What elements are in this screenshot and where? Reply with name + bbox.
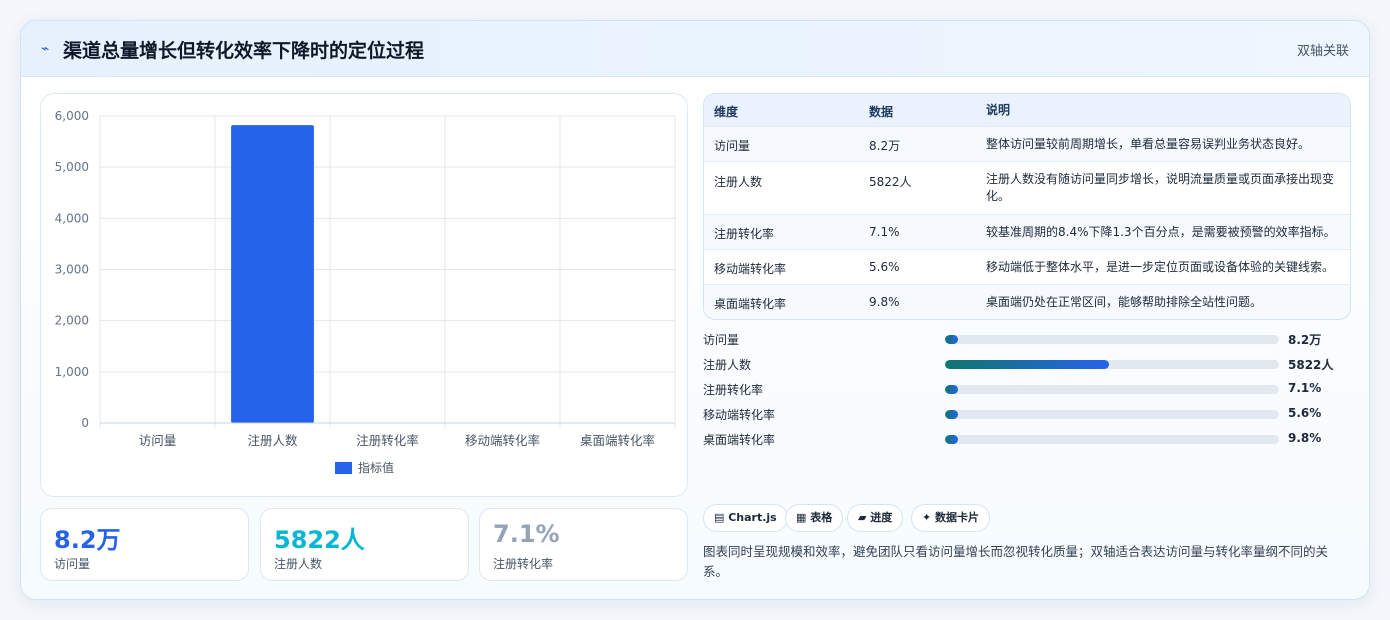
table-row: 移动端转化率 5.6% 移动端低于整体水平，是进一步定位页面或设备体验的关键线索… [704, 250, 1350, 285]
table-cell: 8.2万 [869, 139, 901, 153]
progress-value: 7.1% [1288, 381, 1322, 395]
x-tick-label: 移动端转化率 [465, 433, 540, 448]
y-tick-label: 6,000 [55, 109, 89, 123]
y-tick-label: 2,000 [55, 314, 89, 328]
table-cell: 5822人 [869, 175, 912, 189]
table-row: 桌面端转化率 9.8% 桌面端仍处在正常区间，能够帮助排除全站性问题。 [704, 285, 1350, 319]
table-cell: 5.6% [869, 260, 900, 274]
table-cell: 较基准周期的8.4%下降1.3个百分点，是需要被预警的效率指标。 [986, 225, 1336, 239]
progress-row: 注册转化率 7.1% [703, 379, 1351, 399]
bar-chart-panel: 0 1,000 2,000 3,000 4,000 5,000 6,000 访问量 注册人数 注册… [40, 93, 688, 497]
progress-value: 5822人 [1288, 358, 1334, 372]
progress-fill [945, 335, 959, 344]
table-cell: 注册转化率 [714, 227, 775, 241]
chip-table[interactable]: ▦ 表格 [785, 504, 844, 532]
kpi-label: 注册人数 [274, 557, 323, 571]
chart-mode-tag: 双轴关联 [1296, 44, 1349, 59]
card-header: ⌁ 渠道总量增长但转化效率下降时的定位过程 双轴关联 [21, 21, 1369, 77]
progress-track [945, 410, 1279, 419]
table-cell: 注册人数没有随访问量同步增长，说明流量质量或页面承接出现变化。 [986, 172, 1335, 203]
kpi-label: 注册转化率 [493, 557, 554, 571]
progress-label: 移动端转化率 [703, 408, 776, 422]
analysis-card: ⌁ 渠道总量增长但转化效率下降时的定位过程 双轴关联 0 1,000 2,000 3,… [20, 20, 1370, 600]
legend-label: 指标值 [358, 460, 394, 475]
progress-track [945, 360, 1279, 369]
progress-track [945, 385, 1279, 394]
insight-note: 图表同时呈现规模和效率，避免团队只看访问量增长而忽视转化质量；双轴适合表达访问量… [703, 544, 1329, 579]
page-title: 渠道总量增长但转化效率下降时的定位过程 [63, 40, 425, 62]
legend-swatch [335, 462, 352, 474]
column-header-dimension: 维度 [714, 105, 739, 119]
y-tick-label: 4,000 [55, 211, 89, 225]
table-row: 注册转化率 7.1% 较基准周期的8.4%下降1.3个百分点，是需要被预警的效率… [704, 215, 1350, 250]
kpi-value: 5822人 [274, 526, 365, 554]
progress-row: 移动端转化率 5.6% [703, 404, 1351, 424]
progress-label: 桌面端转化率 [703, 433, 776, 447]
progress-value: 9.8% [1288, 431, 1322, 445]
metrics-table: 维度 数据 说明 访问量 8.2万 整体访问量较前周期增长，单看总量容易误判业务… [703, 93, 1351, 320]
chip-data-card[interactable]: ✦ 数据卡片 [911, 504, 991, 532]
chip-progress[interactable]: ▰ 进度 [847, 504, 904, 532]
progress-row: 桌面端转化率 9.8% [703, 429, 1351, 449]
table-row: 注册人数 5822人 注册人数没有随访问量同步增长，说明流量质量或页面承接出现变… [704, 162, 1350, 215]
kpi-value: 8.2万 [54, 526, 121, 554]
progress-label: 注册转化率 [703, 383, 764, 397]
table-cell: 7.1% [869, 225, 900, 239]
y-tick-label: 1,000 [55, 365, 89, 379]
progress-value: 8.2万 [1288, 333, 1322, 347]
progress-fill [945, 410, 959, 419]
progress-fill [945, 360, 1109, 369]
progress-label: 访问量 [703, 333, 740, 347]
progress-list: 访问量 8.2万 注册人数 5822人 注册转化率 7.1% 移动端转化率 5.… [703, 329, 1351, 449]
column-header-description: 说明 [986, 103, 1011, 117]
y-tick-label: 3,000 [55, 263, 89, 277]
table-row: 访问量 8.2万 整体访问量较前周期增长，单看总量容易误判业务状态良好。 [704, 127, 1350, 162]
bar-chart: 0 1,000 2,000 3,000 4,000 5,000 6,000 访问量 注册人数 注册… [55, 109, 676, 475]
chip-chartjs[interactable]: ▤ Chart.js [703, 504, 788, 532]
table-cell: 注册人数 [714, 175, 763, 189]
kpi-card-visits: 8.2万 访问量 [40, 508, 249, 581]
progress-row: 访问量 8.2万 [703, 329, 1351, 349]
progress-fill [945, 435, 959, 444]
kpi-card-registrations: 5822人 注册人数 [260, 508, 469, 581]
x-tick-label: 桌面端转化率 [580, 433, 655, 448]
x-tick-label: 注册人数 [247, 433, 298, 448]
progress-label: 注册人数 [703, 358, 752, 372]
table-cell: 访问量 [714, 139, 751, 153]
x-tick-label: 注册转化率 [356, 433, 419, 448]
x-tick-label: 访问量 [139, 433, 177, 448]
table-cell: 整体访问量较前周期增长，单看总量容易误判业务状态良好。 [986, 137, 1311, 151]
y-tick-label: 5,000 [55, 160, 89, 174]
progress-track [945, 435, 1279, 444]
progress-fill [945, 385, 959, 394]
table-cell: 移动端低于整体水平，是进一步定位页面或设备体验的关键线索。 [986, 260, 1335, 274]
table-cell: 桌面端转化率 [714, 297, 787, 311]
table-cell: 移动端转化率 [714, 262, 787, 276]
kpi-value: 7.1% [493, 520, 560, 548]
y-tick-label: 0 [81, 416, 89, 430]
chart-spark-icon: ⌁ [41, 41, 50, 57]
progress-track [945, 335, 1279, 344]
kpi-card-conversion: 7.1% 注册转化率 [479, 508, 688, 581]
kpi-label: 访问量 [54, 557, 91, 571]
table-cell: 9.8% [869, 295, 900, 309]
progress-value: 5.6% [1288, 406, 1322, 420]
table-cell: 桌面端仍处在正常区间，能够帮助排除全站性问题。 [986, 295, 1263, 309]
bar [231, 125, 314, 423]
progress-row: 注册人数 5822人 [703, 354, 1351, 374]
table-header-row: 维度 数据 说明 [704, 94, 1350, 127]
column-header-data: 数据 [869, 105, 894, 119]
